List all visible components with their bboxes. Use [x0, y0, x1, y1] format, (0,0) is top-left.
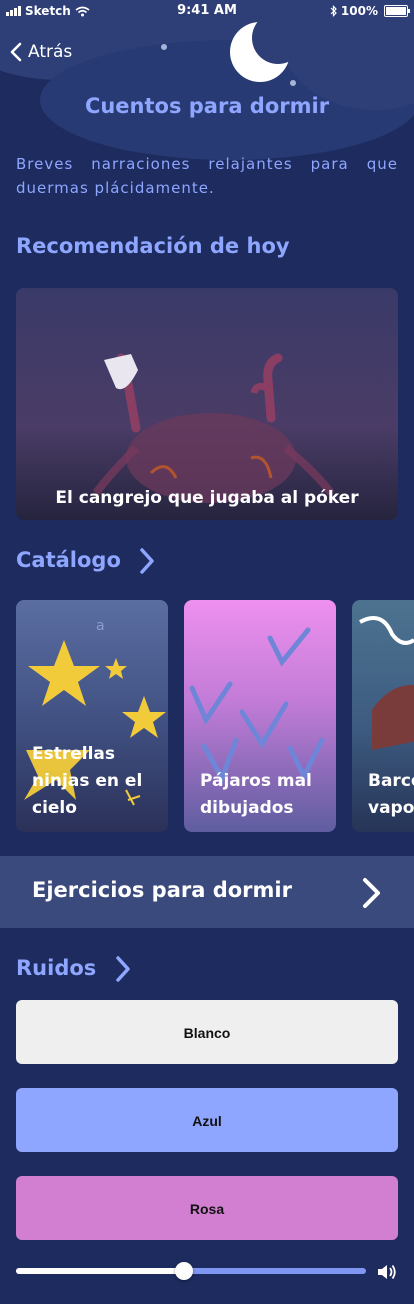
sleep-stories-screen: Sketch 9:41 AM 100% Atrás Cuentos para d…	[0, 0, 414, 1304]
speaker-icon[interactable]	[376, 1262, 398, 1282]
bluetooth-icon	[330, 5, 337, 17]
blue-noise-button[interactable]: Azul	[16, 1088, 398, 1152]
white-noise-button[interactable]: Blanco	[16, 1000, 398, 1064]
recommendation-card-title: El cangrejo que jugaba al póker	[55, 488, 359, 508]
back-label: Atrás	[28, 42, 73, 62]
noises-header[interactable]: Ruidos	[16, 954, 132, 984]
back-button[interactable]: Atrás	[10, 42, 72, 62]
page-title: Cuentos para dormir	[84, 94, 330, 118]
page-subtitle: Breves narraciones relajantes para que d…	[16, 155, 398, 197]
volume-track-fill	[16, 1268, 184, 1274]
volume-thumb[interactable]	[175, 1262, 193, 1280]
chevron-right-icon	[140, 548, 154, 574]
catalog-card-label: Pájaros mal dibujados	[200, 771, 312, 818]
star-dot	[290, 80, 296, 86]
recommendation-card[interactable]: El cangrejo que jugaba al póker	[16, 288, 398, 520]
exercises-label: Ejercicios para dormir	[32, 878, 292, 902]
catalog-card-birds[interactable]: Pájaros mal dibujados	[184, 600, 336, 832]
moon-icon	[230, 18, 296, 82]
chevron-left-icon	[10, 42, 22, 62]
battery-icon	[384, 5, 410, 17]
catalog-card-label: Estrellas ninjas en el cielo	[32, 744, 143, 818]
chevron-right-icon	[115, 956, 130, 982]
status-bar: Sketch 9:41 AM 100%	[0, 0, 414, 22]
catalog-header[interactable]: Catálogo	[16, 546, 156, 576]
pink-noise-button[interactable]: Rosa	[16, 1176, 398, 1240]
catalog-card-boat[interactable]: Barco de vapor	[352, 600, 414, 832]
svg-text:a: a	[96, 618, 105, 634]
star-dot	[161, 44, 167, 50]
recommendation-title: Recomendación de hoy	[16, 234, 290, 258]
catalog-card-stars[interactable]: a Estrellas ninjas en el cielo	[16, 600, 168, 832]
chevron-right-icon	[363, 878, 380, 908]
catalog-title: Catálogo	[16, 548, 121, 572]
catalog-card-label: Barco de vapor	[368, 771, 414, 818]
crab-illustration	[92, 353, 335, 503]
battery-label: 100%	[340, 4, 378, 18]
volume-slider[interactable]	[16, 1258, 366, 1284]
status-right: 100%	[330, 4, 410, 18]
noises-title: Ruidos	[16, 956, 97, 980]
exercises-row[interactable]: Ejercicios para dormir	[0, 856, 414, 928]
